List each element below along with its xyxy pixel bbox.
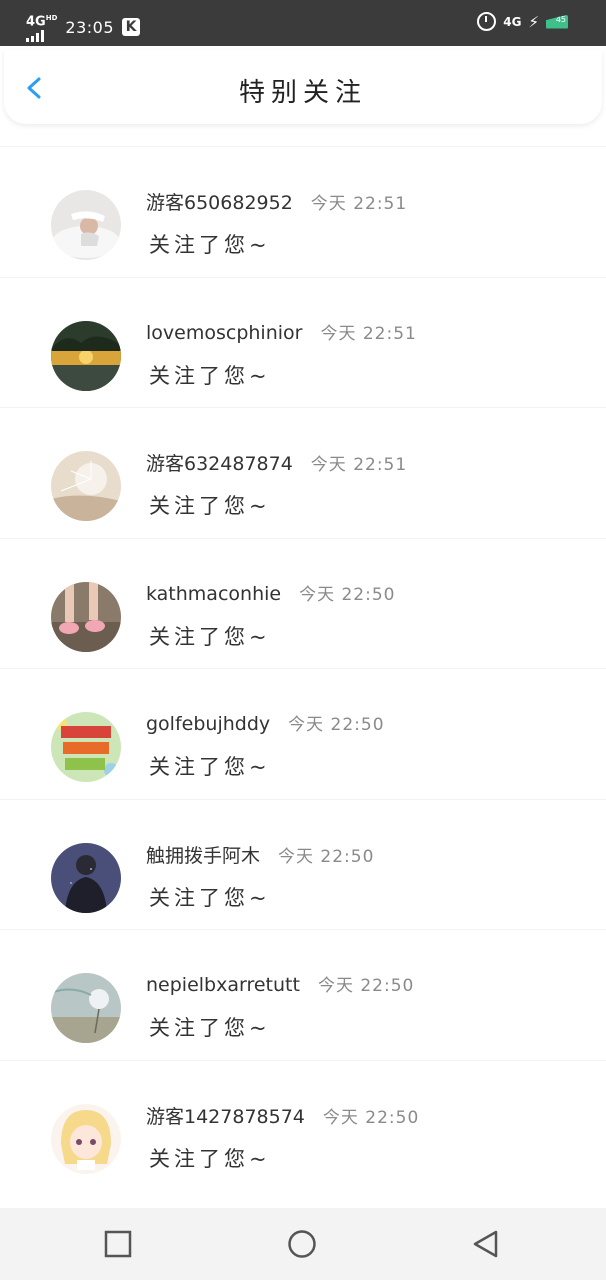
system-nav-bar: [0, 1208, 606, 1280]
avatar[interactable]: [51, 451, 121, 521]
follow-list: 游客650682952 今天 22:51 关注了您~ lovemoscphini…: [0, 146, 606, 1190]
follow-time: 今天 22:51: [320, 323, 417, 344]
user-name[interactable]: kathmaconhie: [146, 583, 281, 605]
follow-message: 关注了您~: [149, 233, 271, 257]
clock: 23:05: [65, 17, 114, 37]
follow-time: 今天 22:50: [322, 1107, 420, 1128]
battery-level: 45: [555, 14, 566, 24]
triangle-back-icon[interactable]: [472, 1230, 500, 1258]
avatar[interactable]: [51, 190, 121, 260]
follow-time: 今天 22:50: [299, 584, 396, 605]
list-item[interactable]: 游客650682952 今天 22:51 关注了您~: [0, 146, 606, 277]
user-name[interactable]: 游客650682952: [146, 188, 293, 215]
list-item[interactable]: 游客1427878574 今天 22:50 关注了您~: [0, 1059, 606, 1191]
square-icon[interactable]: [104, 1230, 132, 1258]
follow-message: 关注了您~: [149, 885, 271, 910]
right-network-label: 4G: [503, 14, 522, 29]
avatar[interactable]: [51, 581, 121, 652]
list-item[interactable]: lovemoscphinior 今天 22:51 关注了您~: [0, 276, 606, 408]
follow-message: 关注了您~: [149, 755, 271, 779]
status-bar: 4GHD 23:05 K 4G ⚡ 45: [0, 0, 606, 46]
status-left: 4GHD 23:05 K: [26, 12, 140, 43]
follow-message: 关注了您~: [149, 624, 271, 649]
network-label: 4G: [26, 14, 46, 30]
follow-message: 关注了您~: [149, 1146, 271, 1171]
avatar[interactable]: [51, 842, 121, 913]
follow-time: 今天 22:51: [310, 455, 408, 475]
follow-time: 今天 22:50: [288, 715, 385, 735]
battery-icon: 45: [546, 14, 568, 29]
follow-time: 今天 22:50: [278, 846, 375, 867]
user-name[interactable]: nepielbxarretutt: [146, 974, 300, 996]
user-name[interactable]: 游客632487874: [146, 449, 293, 476]
signal-icon: [26, 30, 57, 43]
user-name[interactable]: golfebujhddy: [146, 713, 270, 735]
page-title: 特别关注: [238, 78, 367, 108]
user-name[interactable]: 触拥拨手阿木: [146, 841, 260, 868]
follow-message: 关注了您~: [149, 1016, 271, 1040]
charging-icon: ⚡: [528, 12, 539, 31]
avatar[interactable]: [51, 712, 121, 782]
network-indicator: 4GHD: [26, 12, 58, 43]
follow-time: 今天 22:50: [317, 976, 415, 996]
network-hd-label: HD: [45, 14, 58, 22]
status-right: 4G ⚡ 45: [477, 12, 568, 31]
list-item[interactable]: 游客632487874 今天 22:51 关注了您~: [0, 407, 606, 538]
app-badge-icon: K: [122, 18, 140, 37]
list-item[interactable]: 触拥拨手阿木 今天 22:50 关注了您~: [0, 798, 606, 930]
user-name[interactable]: lovemoscphinior: [146, 322, 302, 344]
list-item[interactable]: kathmaconhie 今天 22:50 关注了您~: [0, 537, 606, 669]
follow-time: 今天 22:51: [310, 194, 408, 214]
avatar[interactable]: [51, 1103, 121, 1174]
follow-message: 关注了您~: [149, 363, 271, 388]
list-item[interactable]: nepielbxarretutt 今天 22:50 关注了您~: [0, 929, 606, 1060]
list-item[interactable]: golfebujhddy 今天 22:50 关注了您~: [0, 668, 606, 799]
follow-message: 关注了您~: [149, 494, 271, 518]
alarm-icon: [477, 12, 497, 31]
header: 特别关注: [4, 50, 602, 124]
user-name[interactable]: 游客1427878574: [146, 1102, 305, 1129]
circle-icon[interactable]: [288, 1230, 316, 1258]
avatar[interactable]: [51, 320, 121, 391]
avatar[interactable]: [51, 973, 121, 1043]
